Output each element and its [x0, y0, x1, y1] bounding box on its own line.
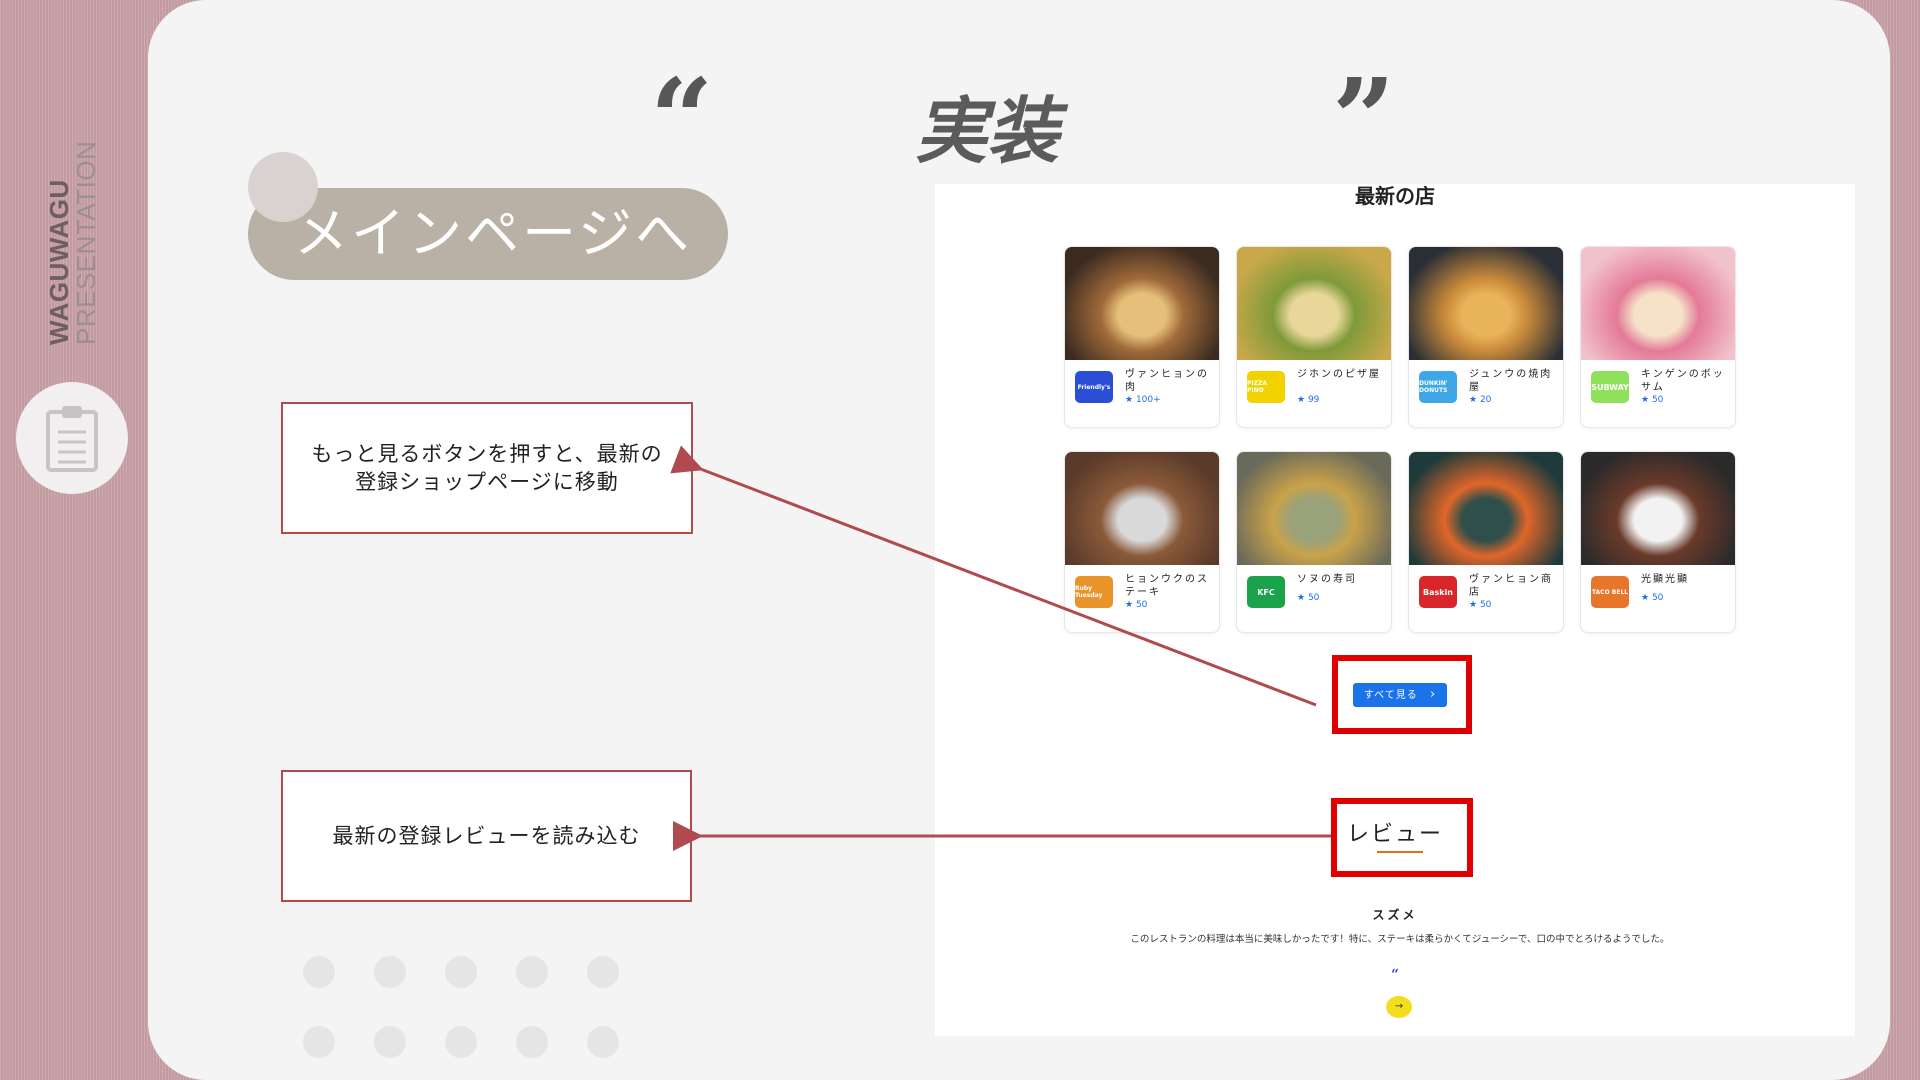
- callout-arrows: [670, 445, 1331, 851]
- arrow-to-see-all-note: [670, 445, 1317, 707]
